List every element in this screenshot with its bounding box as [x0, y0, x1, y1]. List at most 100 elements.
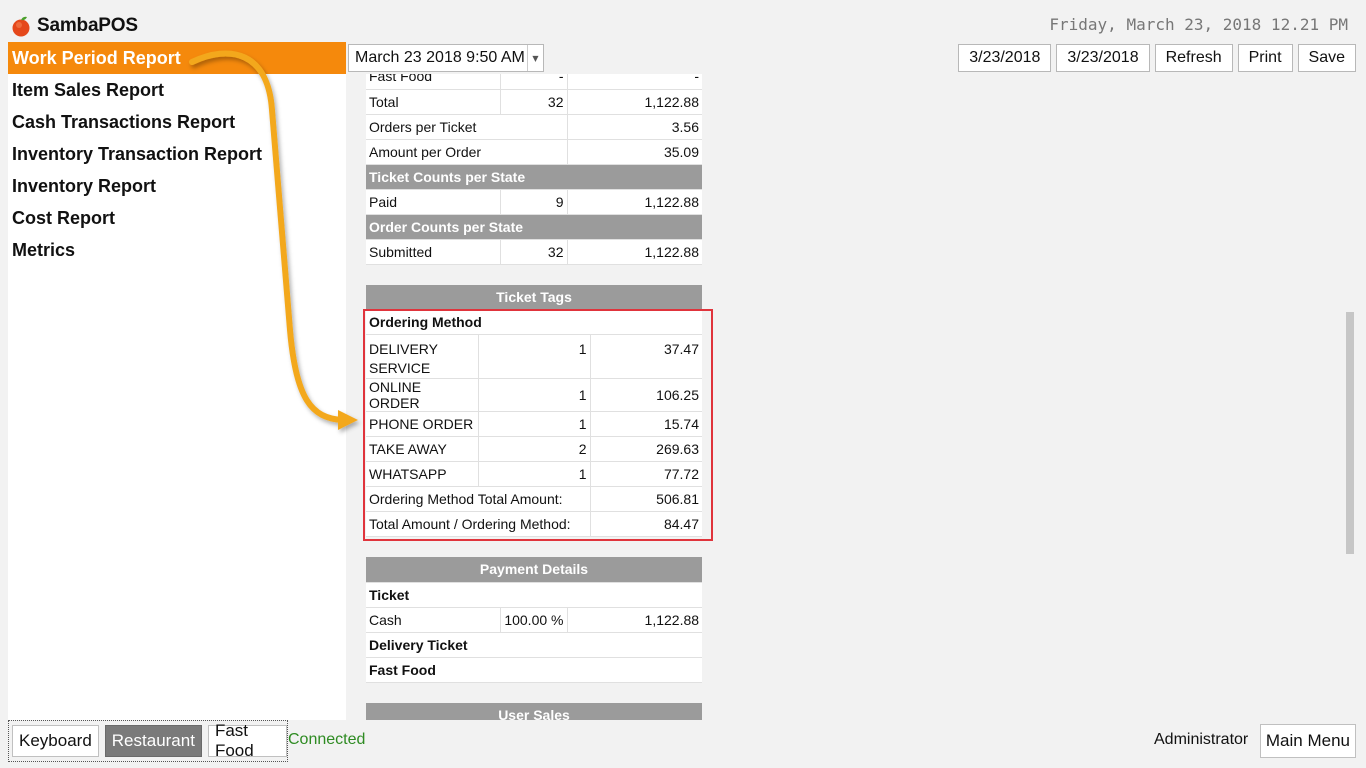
row-amount: 1,122.88 [566, 239, 702, 265]
row-count: 1 [477, 334, 590, 379]
row-percent: 100.00 % [499, 607, 567, 633]
row-amount: 106.25 [589, 378, 702, 412]
row-label: Paid [366, 189, 500, 215]
row-label: Cash [366, 607, 500, 633]
row-label: DELIVERY SERVICE [366, 334, 478, 379]
ticket-tags-table: Ticket Tags Ordering Method DELIVERY SER… [366, 284, 702, 537]
report-viewport[interactable]: Fast Food - - Total 32 1,122.88 Orders p… [348, 74, 1344, 720]
user-name: Administrator [1154, 731, 1249, 748]
section-header: Ticket Tags [366, 284, 702, 310]
row-count: 1 [477, 461, 590, 487]
average-label: Total Amount / Ordering Method: [366, 511, 590, 537]
row-amount: 1,122.88 [566, 607, 703, 633]
row-label: ONLINE ORDER [366, 378, 478, 412]
save-button[interactable]: Save [1297, 44, 1356, 72]
sidebar-item-inventory-transaction-report[interactable]: Inventory Transaction Report [8, 138, 346, 170]
summary-table: Fast Food - - Total 32 1,122.88 Orders p… [366, 74, 702, 265]
row-amount: 1,122.88 [566, 189, 702, 215]
group-title: Fast Food [366, 657, 703, 683]
refresh-button[interactable]: Refresh [1154, 44, 1233, 72]
group-header: Fast Food [366, 657, 703, 683]
group-header: Ordering Method [366, 309, 702, 335]
row-amount: 37.47 [589, 334, 702, 379]
section-title: Payment Details [366, 557, 703, 583]
table-row: Total 32 1,122.88 [366, 89, 702, 115]
restaurant-button[interactable]: Restaurant [104, 725, 202, 757]
table-row: Ordering Method Total Amount: 506.81 [366, 486, 702, 512]
section-title: Ticket Tags [366, 284, 702, 310]
table-row: Cash 100.00 % 1,122.88 [366, 607, 703, 633]
work-period-value: March 23 2018 9:50 AM [355, 49, 525, 66]
section-header: Ticket Counts per State [366, 164, 702, 190]
row-label: Amount per Order [366, 139, 567, 165]
table-row: WHATSAPP 1 77.72 [366, 461, 702, 487]
group-header: Ticket [366, 582, 703, 608]
work-period-report: Fast Food - - Total 32 1,122.88 Orders p… [366, 74, 703, 720]
keyboard-button[interactable]: Keyboard [12, 725, 99, 757]
row-label: Orders per Ticket [366, 114, 567, 140]
section-header: Payment Details [366, 557, 703, 583]
sidebar-item-cost-report[interactable]: Cost Report [8, 202, 346, 234]
row-amount: 77.72 [589, 461, 702, 487]
fast-food-button[interactable]: Fast Food [207, 721, 287, 760]
sidebar-item-inventory-report[interactable]: Inventory Report [8, 170, 346, 202]
department-bar: Keyboard Restaurant Fast Food [8, 720, 288, 762]
start-date-field[interactable]: 3/23/2018 [958, 44, 1052, 72]
chevron-down-icon[interactable]: ▼ [527, 45, 543, 71]
row-amount: 269.63 [589, 436, 702, 462]
report-toolbar: March 23 2018 9:50 AM ▼ 3/23/2018 3/23/2… [348, 44, 1356, 72]
table-row: Orders per Ticket 3.56 [366, 114, 702, 140]
sidebar-item-cash-transactions-report[interactable]: Cash Transactions Report [8, 106, 346, 138]
section-header: Order Counts per State [366, 214, 702, 240]
row-count: 1 [477, 411, 590, 437]
vertical-scrollbar[interactable] [1344, 74, 1356, 720]
row-amount: - [566, 74, 702, 90]
table-row: ONLINE ORDER 1 106.25 [366, 378, 702, 412]
total-value: 506.81 [589, 486, 702, 512]
row-label: Submitted [366, 239, 500, 265]
row-label: Fast Food [366, 74, 500, 90]
section-title: Ticket Counts per State [366, 164, 702, 190]
section-header: User Sales [366, 702, 702, 720]
row-count: 32 [499, 89, 567, 115]
sidebar-item-item-sales-report[interactable]: Item Sales Report [8, 74, 346, 106]
table-row: Paid 9 1,122.88 [366, 189, 702, 215]
section-title: User Sales [366, 702, 702, 720]
row-count: 2 [477, 436, 590, 462]
main-menu-button[interactable]: Main Menu [1259, 724, 1356, 758]
report-sidebar: Work Period Report Item Sales Report Cas… [8, 42, 346, 720]
payment-details-table: Payment Details Ticket Cash 100.00 % 1,1… [366, 557, 703, 683]
group-header: Delivery Ticket [366, 632, 703, 658]
row-label: Total [366, 89, 500, 115]
total-label: Ordering Method Total Amount: [366, 486, 590, 512]
row-count: 9 [499, 189, 567, 215]
table-row: Fast Food - - [366, 74, 702, 90]
sidebar-item-metrics[interactable]: Metrics [8, 234, 346, 266]
apple-logo-icon [12, 16, 30, 37]
connection-status: Connected [288, 731, 366, 748]
table-row: Total Amount / Ordering Method: 84.47 [366, 511, 702, 537]
group-title: Delivery Ticket [366, 632, 703, 658]
row-value: 35.09 [566, 139, 702, 165]
end-date-field[interactable]: 3/23/2018 [1056, 44, 1150, 72]
scrollbar-thumb[interactable] [1346, 312, 1354, 554]
app-title: SambaPOS [10, 12, 138, 40]
user-sales-table: User Sales [366, 702, 702, 720]
print-button[interactable]: Print [1237, 44, 1293, 72]
work-period-select[interactable]: March 23 2018 9:50 AM ▼ [348, 44, 544, 72]
group-title: Ticket [366, 582, 703, 608]
clock: Friday, March 23, 2018 12.21 PM [1049, 15, 1348, 34]
row-count: 32 [499, 239, 567, 265]
average-value: 84.47 [589, 511, 702, 537]
row-value: 3.56 [566, 114, 702, 140]
sidebar-item-work-period-report[interactable]: Work Period Report [8, 42, 346, 74]
row-amount: 1,122.88 [566, 89, 702, 115]
table-row: Amount per Order 35.09 [366, 139, 702, 165]
row-label: PHONE ORDER [366, 411, 478, 437]
row-count: 1 [477, 378, 590, 412]
table-row: Submitted 32 1,122.88 [366, 239, 702, 265]
row-label: WHATSAPP [366, 461, 478, 487]
row-count: - [499, 74, 567, 90]
table-row: PHONE ORDER 1 15.74 [366, 411, 702, 437]
table-row: TAKE AWAY 2 269.63 [366, 436, 702, 462]
